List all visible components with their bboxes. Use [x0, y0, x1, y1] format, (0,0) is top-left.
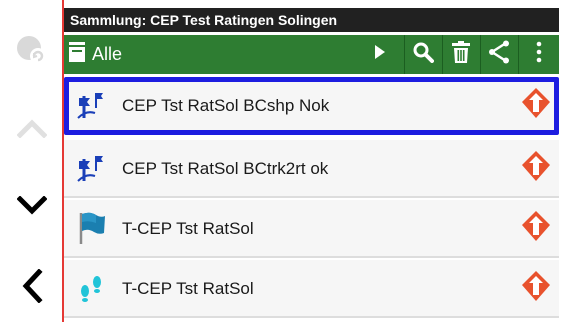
list-item[interactable]: CEP Tst RatSol BCtrk2rt ok: [64, 140, 559, 198]
side-rail: [0, 0, 64, 322]
route-flags-icon: [76, 153, 106, 183]
navigate-icon: [521, 210, 551, 247]
item-name: T-CEP Tst RatSol: [122, 219, 254, 238]
play-button[interactable]: [364, 35, 396, 74]
collection-icon: [68, 40, 86, 69]
item-name: CEP Tst RatSol BCtrk2rt ok: [122, 159, 329, 178]
scroll-up-button[interactable]: [6, 104, 58, 152]
search-icon: [412, 41, 434, 68]
sync-disabled-icon: [14, 32, 50, 68]
back-arrow-icon: [21, 269, 43, 303]
search-button[interactable]: [405, 35, 441, 74]
navigate-button[interactable]: [519, 210, 553, 247]
delete-button[interactable]: [443, 35, 479, 74]
filter-selector[interactable]: Alle: [68, 35, 122, 74]
navigate-icon: [521, 270, 551, 307]
navigate-button[interactable]: [519, 87, 553, 124]
navigate-icon: [521, 87, 551, 124]
play-icon: [374, 44, 386, 65]
delete-icon: [451, 40, 471, 69]
navigate-icon: [521, 150, 551, 187]
share-button[interactable]: [481, 35, 517, 74]
scroll-down-button[interactable]: [6, 182, 58, 230]
item-name: T-CEP Tst RatSol: [122, 279, 254, 298]
flag-icon: [76, 212, 106, 244]
chevron-down-icon: [17, 196, 47, 216]
back-button[interactable]: [6, 262, 58, 310]
filter-label: Alle: [92, 44, 123, 64]
chevron-up-icon: [17, 118, 47, 138]
item-name: CEP Tst RatSol BCshp Nok: [122, 96, 330, 115]
overflow-menu-button[interactable]: [519, 35, 559, 74]
route-flags-icon: [76, 90, 106, 120]
list-item[interactable]: T-CEP Tst RatSol: [64, 260, 559, 318]
more-vert-icon: [536, 41, 542, 68]
collection-title: Sammlung: CEP Test Ratingen Solingen: [64, 8, 559, 32]
share-icon: [488, 40, 510, 69]
sync-disabled-button[interactable]: [6, 26, 58, 74]
cache-list: CEP Tst RatSol BCshp Nok CEP Tst RatSol …: [64, 77, 559, 322]
navigate-button[interactable]: [519, 150, 553, 187]
toolbar: Alle: [64, 35, 559, 74]
footprints-icon: [76, 273, 106, 303]
list-item[interactable]: CEP Tst RatSol BCshp Nok: [64, 77, 559, 135]
navigate-button[interactable]: [519, 270, 553, 307]
list-item[interactable]: T-CEP Tst RatSol: [64, 200, 559, 258]
